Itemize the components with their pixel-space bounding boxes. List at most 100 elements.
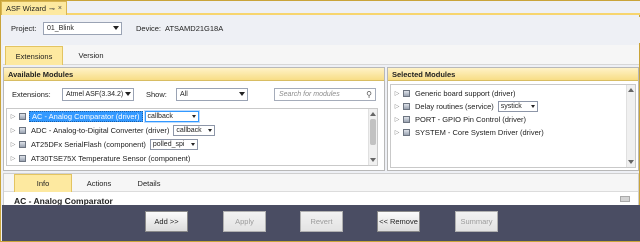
tab-label: Actions — [86, 178, 112, 188]
modules-panels: Available Modules Extensions: Atmel ASF(… — [3, 67, 639, 171]
list-item[interactable]: ▷ AC - Analog Comparator (driver) callba… — [7, 110, 369, 123]
asf-wizard-tab[interactable]: ASF Wizard ⊸ × — [1, 1, 67, 15]
info-tabs: Info Actions Details — [4, 174, 638, 192]
expand-icon[interactable]: ▷ — [9, 127, 17, 134]
chevron-down-icon — [239, 92, 245, 96]
pin-icon[interactable]: ⊸ — [49, 5, 55, 13]
action-button-bar: Add >> Apply Revert << Remove Summary — [2, 205, 640, 241]
tab-title: ASF Wizard — [6, 4, 47, 13]
list-item[interactable]: ▷ AT25DFx SerialFlash (component) polled… — [7, 138, 369, 151]
tab-actions[interactable]: Actions — [76, 174, 122, 192]
list-item[interactable]: ▷ PORT - GPIO Pin Control (driver) — [391, 113, 627, 126]
module-option-value: callback — [176, 127, 202, 134]
module-icon — [19, 113, 26, 120]
extensions-dropdown[interactable]: Atmel ASF(3.34.2) — [62, 88, 134, 101]
module-icon — [403, 116, 410, 123]
chevron-down-icon — [190, 143, 195, 146]
list-item[interactable]: ▷ AT30TSE75X Temperature Sensor (compone… — [7, 152, 369, 165]
module-label: Generic board support (driver) — [415, 89, 516, 98]
module-label: ADC - Analog-to-Digital Converter (drive… — [31, 126, 170, 135]
expand-icon[interactable]: ▷ — [393, 116, 401, 123]
chevron-down-icon — [208, 129, 213, 132]
module-icon — [403, 103, 410, 110]
module-option-value: systick — [500, 103, 522, 110]
extensions-value: Atmel ASF(3.34.2) — [66, 91, 124, 98]
module-icon — [19, 141, 26, 148]
chevron-down-icon — [113, 26, 119, 30]
module-label: PORT - GPIO Pin Control (driver) — [415, 115, 526, 124]
expand-icon[interactable]: ▷ — [393, 103, 401, 110]
module-option-dropdown[interactable]: callback — [173, 125, 216, 136]
available-modules-panel: Available Modules Extensions: Atmel ASF(… — [3, 67, 385, 171]
list-item[interactable]: ▷ ADC - Analog-to-Digital Converter (dri… — [7, 124, 369, 137]
list-item[interactable]: ▷ Generic board support (driver) — [391, 87, 627, 100]
tab-label: Details — [137, 178, 161, 188]
module-label: Delay routines (service) — [415, 102, 494, 111]
module-icon — [19, 155, 26, 162]
expand-icon[interactable]: ▷ — [9, 155, 17, 162]
asf-wizard-window: ASF Wizard ⊸ × Project: 01_Blink Device:… — [0, 0, 640, 242]
tab-details[interactable]: Details — [126, 174, 172, 192]
scroll-thumb[interactable] — [370, 119, 376, 145]
selected-modules-list: ▷ Generic board support (driver) ▷ Delay… — [390, 84, 636, 168]
chevron-down-icon — [530, 105, 535, 108]
device-value: ATSAMD21G18A — [165, 24, 224, 33]
module-option-value: polled_spi — [152, 141, 185, 148]
add-button[interactable]: Add >> — [145, 211, 188, 232]
main-tabs: Extensions Version — [3, 45, 639, 65]
info-panel: Info Actions Details AC - Analog Compara… — [3, 173, 639, 209]
scroll-up-icon[interactable] — [628, 88, 634, 92]
scroll-down-icon[interactable] — [628, 160, 634, 164]
tab-label: Extensions — [15, 51, 53, 61]
tab-label: Info — [36, 179, 50, 188]
document-tab-bar: ASF Wizard ⊸ × — [1, 1, 640, 15]
scroll-down-icon[interactable] — [370, 158, 376, 162]
module-label: SYSTEM - Core System Driver (driver) — [415, 128, 544, 137]
filter-row: Extensions: Atmel ASF(3.34.2) Show: All … — [4, 82, 384, 106]
module-icon — [403, 129, 410, 136]
project-value: 01_Blink — [47, 25, 74, 32]
tab-extensions[interactable]: Extensions — [5, 46, 63, 65]
tab-info[interactable]: Info — [14, 174, 72, 192]
close-icon[interactable]: × — [58, 5, 62, 12]
project-label: Project: — [11, 24, 37, 33]
selected-modules-header: Selected Modules — [388, 68, 638, 81]
scroll-handle[interactable] — [620, 196, 630, 202]
remove-button[interactable]: << Remove — [377, 211, 420, 232]
module-label: AT30TSE75X Temperature Sensor (component… — [31, 154, 191, 163]
show-value: All — [180, 91, 188, 98]
search-input[interactable]: Search for modules ⚲ — [274, 88, 376, 101]
project-dropdown[interactable]: 01_Blink — [43, 22, 122, 35]
tab-label: Version — [78, 51, 104, 60]
module-option-value: callback — [147, 113, 173, 120]
vertical-scrollbar[interactable] — [626, 85, 635, 167]
list-item[interactable]: ▷ Delay routines (service) systick — [391, 100, 627, 113]
show-label: Show: — [146, 90, 167, 99]
show-dropdown[interactable]: All — [176, 88, 248, 101]
module-option-dropdown[interactable]: callback — [144, 111, 199, 122]
selected-modules-panel: Selected Modules ▷ Generic board support… — [387, 67, 639, 171]
module-icon — [403, 90, 410, 97]
scroll-up-icon[interactable] — [370, 112, 376, 116]
chevron-down-icon — [191, 115, 196, 118]
tab-version[interactable]: Version — [67, 46, 115, 65]
expand-icon[interactable]: ▷ — [393, 129, 401, 136]
module-option-dropdown[interactable]: polled_spi — [149, 139, 198, 150]
search-placeholder: Search for modules — [279, 91, 340, 98]
expand-icon[interactable]: ▷ — [9, 113, 17, 120]
device-label: Device: — [136, 24, 162, 33]
search-icon[interactable]: ⚲ — [366, 90, 372, 99]
list-item[interactable]: ▷ SYSTEM - Core System Driver (driver) — [391, 126, 627, 139]
module-label: AC - Analog Comparator (driver) — [29, 111, 143, 122]
vertical-scrollbar[interactable] — [368, 109, 377, 165]
revert-button[interactable]: Revert — [300, 211, 343, 232]
available-modules-list: ▷ AC - Analog Comparator (driver) callba… — [6, 108, 378, 166]
chevron-down-icon — [125, 92, 131, 96]
expand-icon[interactable]: ▷ — [393, 90, 401, 97]
apply-button[interactable]: Apply — [223, 211, 266, 232]
module-label: AT25DFx SerialFlash (component) — [31, 140, 146, 149]
extensions-label: Extensions: — [12, 90, 51, 99]
summary-button[interactable]: Summary — [455, 211, 498, 232]
module-option-dropdown[interactable]: systick — [497, 101, 538, 112]
expand-icon[interactable]: ▷ — [9, 141, 17, 148]
